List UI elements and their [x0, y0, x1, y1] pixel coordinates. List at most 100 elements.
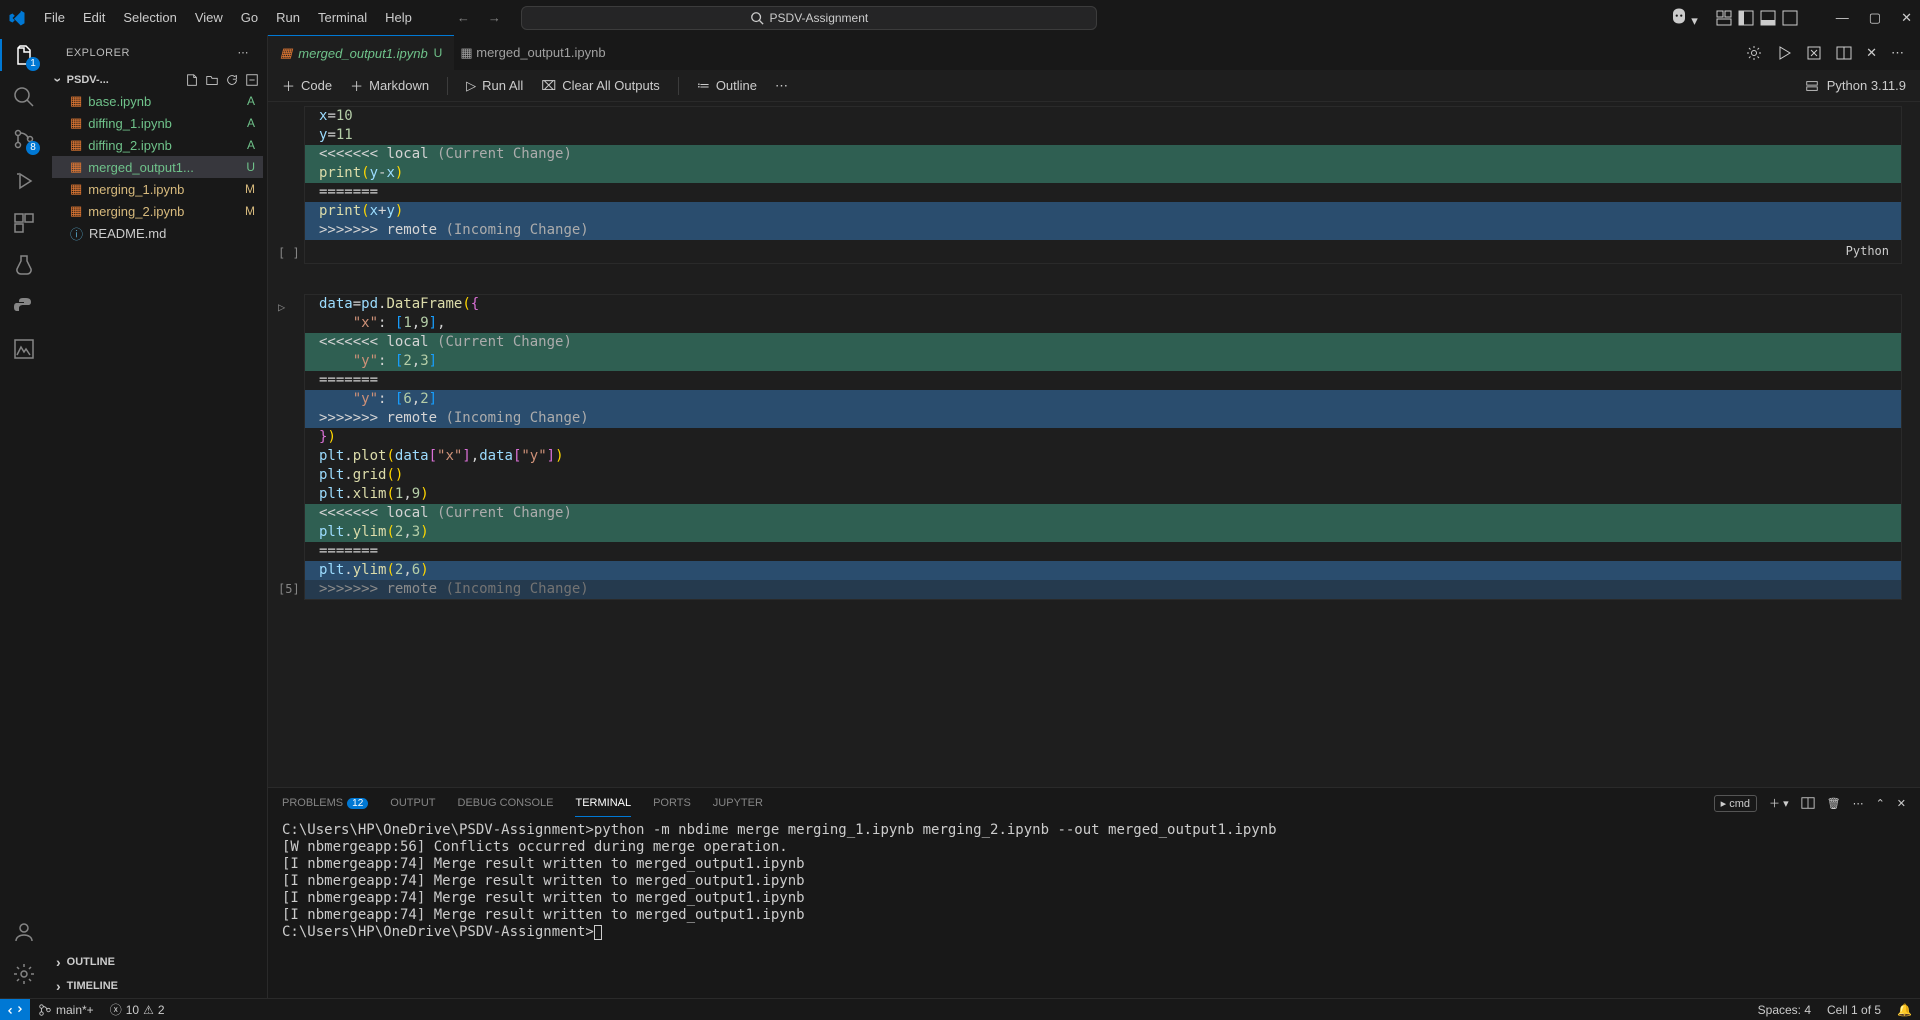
new-file-icon[interactable] [185, 73, 199, 87]
add-code-button[interactable]: ＋ Code [282, 76, 332, 95]
panel-more-icon[interactable]: ⋯ [1853, 797, 1864, 810]
activity-bar: 1 8 [0, 35, 48, 998]
command-center[interactable]: PSDV-Assignment [521, 6, 1097, 30]
python-icon[interactable] [12, 295, 36, 319]
refresh-icon[interactable] [225, 73, 239, 87]
outline-button[interactable]: ≔ Outline [697, 78, 757, 94]
tab-merged-output[interactable]: ▦ merged_output1.ipynb U [268, 35, 454, 70]
notebook-body[interactable]: x=10 y=11 <<<<<<< local (Current Change)… [268, 102, 1920, 787]
panel-tab-problems[interactable]: PROBLEMS12 [282, 791, 368, 815]
vscode-logo [8, 9, 26, 27]
cell-lang[interactable]: Python [305, 240, 1901, 263]
trash-icon[interactable]: 🗑 [1827, 797, 1841, 810]
gear-icon[interactable] [1746, 45, 1762, 61]
settings-icon[interactable] [12, 962, 36, 986]
bell-icon[interactable]: 🔔 [1889, 1003, 1920, 1017]
file-merging_2.ipynb[interactable]: ▦merging_2.ipynbM [52, 200, 263, 222]
file-diffing_2.ipynb[interactable]: ▦diffing_2.ipynbA [52, 134, 263, 156]
editor-area: ▦ merged_output1.ipynb U ▦ merged_output… [268, 35, 1920, 998]
code-cell-2[interactable]: ▷ data=pd.DataFrame({ "x": [1,9], <<<<<<… [304, 294, 1902, 600]
panel-left-icon[interactable] [1738, 10, 1754, 26]
terminal-shell[interactable]: ▸ cmd [1714, 795, 1757, 812]
run-cell-icon[interactable]: ▷ [278, 300, 285, 314]
panel-bottom-icon[interactable] [1760, 10, 1776, 26]
add-markdown-button[interactable]: ＋ Markdown [350, 76, 429, 95]
menu-help[interactable]: Help [377, 6, 420, 29]
nav-back-icon[interactable]: ← [457, 10, 470, 25]
menu-go[interactable]: Go [233, 6, 266, 29]
explorer-badge: 1 [26, 57, 40, 71]
file-merged_output1...[interactable]: ▦merged_output1...U [52, 156, 263, 178]
panel-tab-output[interactable]: OUTPUT [390, 791, 435, 815]
menu-selection[interactable]: Selection [115, 6, 184, 29]
tab-label: merged_output1.ipynb [298, 46, 427, 61]
explorer-icon[interactable]: 1 [12, 43, 36, 67]
tab-status: U [434, 46, 443, 60]
notebook-toolbar: ＋ Code ＋ Markdown ▷ Run All ⌧ Clear All … [268, 70, 1920, 102]
branch-status[interactable]: main*+ [30, 1003, 102, 1017]
minimize-icon[interactable]: ― [1836, 10, 1849, 26]
cell-status[interactable]: Cell 1 of 5 [1819, 1003, 1889, 1017]
close-icon[interactable]: ✕ [1901, 10, 1912, 26]
testing-icon[interactable] [12, 253, 36, 277]
collapse-icon[interactable] [245, 73, 259, 87]
breadcrumb[interactable]: ▦ merged_output1.ipynb [454, 45, 605, 61]
panel: PROBLEMS12 OUTPUT DEBUG CONSOLE TERMINAL… [268, 787, 1920, 998]
menu-run[interactable]: Run [268, 6, 308, 29]
remote-button[interactable] [0, 999, 30, 1020]
tree-root[interactable]: PSDV-... [52, 70, 263, 90]
split-icon[interactable] [1836, 45, 1852, 61]
search-icon [750, 11, 764, 25]
spaces-status[interactable]: Spaces: 4 [1750, 1003, 1819, 1017]
jupyter-activity-icon[interactable] [12, 337, 36, 361]
panel-tab-debug[interactable]: DEBUG CONSOLE [458, 791, 554, 815]
server-icon [1805, 79, 1819, 93]
menu-terminal[interactable]: Terminal [310, 6, 375, 29]
variables-icon[interactable] [1806, 45, 1822, 61]
copilot-icon[interactable]: ▾ [1670, 7, 1698, 29]
close-tab-icon[interactable]: ✕ [1866, 45, 1877, 61]
file-merging_1.ipynb[interactable]: ▦merging_1.ipynbM [52, 178, 263, 200]
nav-forward-icon[interactable]: → [488, 10, 501, 25]
root-folder-label: PSDV-... [67, 74, 109, 86]
search-icon[interactable] [12, 85, 36, 109]
panel-right-icon[interactable] [1782, 10, 1798, 26]
title-bar: File Edit Selection View Go Run Terminal… [0, 0, 1920, 35]
more-tab-icon[interactable]: ⋯ [1891, 45, 1904, 61]
panel-tab-terminal[interactable]: TERMINAL [575, 791, 631, 815]
menu-view[interactable]: View [187, 6, 231, 29]
scm-icon[interactable]: 8 [12, 127, 36, 151]
timeline-section[interactable]: TIMELINE [48, 974, 267, 998]
layout-icon[interactable] [1716, 10, 1732, 26]
menu-edit[interactable]: Edit [75, 6, 113, 29]
run-icon[interactable] [1776, 45, 1792, 61]
new-terminal-icon[interactable]: ＋ ▾ [1769, 795, 1789, 811]
cell-exec-count: [ ] [278, 246, 300, 260]
debug-icon[interactable] [12, 169, 36, 193]
extensions-icon[interactable] [12, 211, 36, 235]
split-terminal-icon[interactable] [1801, 796, 1815, 810]
clear-outputs-button[interactable]: ⌧ Clear All Outputs [541, 78, 660, 94]
sidebar-title: EXPLORER [66, 47, 130, 59]
scm-badge: 8 [26, 141, 40, 155]
file-diffing_1.ipynb[interactable]: ▦diffing_1.ipynbA [52, 112, 263, 134]
terminal-body[interactable]: C:\Users\HP\OneDrive\PSDV-Assignment>pyt… [268, 818, 1920, 998]
sidebar-more-icon[interactable]: ⋯ [238, 46, 250, 59]
run-all-button[interactable]: ▷ Run All [466, 78, 523, 94]
panel-tab-ports[interactable]: PORTS [653, 791, 691, 815]
new-folder-icon[interactable] [205, 73, 219, 87]
toolbar-more-icon[interactable]: ⋯ [775, 78, 788, 94]
panel-tab-jupyter[interactable]: JUPYTER [713, 791, 763, 815]
file-README.md[interactable]: ⓘREADME.md [52, 222, 263, 244]
file-base.ipynb[interactable]: ▦base.ipynbA [52, 90, 263, 112]
close-panel-icon[interactable]: ✕ [1897, 797, 1906, 810]
menu-file[interactable]: File [36, 6, 73, 29]
kernel-selector[interactable]: Python 3.11.9 [1827, 78, 1906, 93]
maximize-panel-icon[interactable]: ⌃ [1876, 797, 1885, 810]
problems-status[interactable]: ⓧ10 ⚠2 [102, 1001, 173, 1018]
outline-section[interactable]: OUTLINE [48, 950, 267, 974]
account-icon[interactable] [12, 920, 36, 944]
editor-tabs: ▦ merged_output1.ipynb U ▦ merged_output… [268, 35, 1920, 70]
maximize-icon[interactable]: ▢ [1869, 10, 1881, 26]
code-cell-1[interactable]: x=10 y=11 <<<<<<< local (Current Change)… [304, 106, 1902, 264]
